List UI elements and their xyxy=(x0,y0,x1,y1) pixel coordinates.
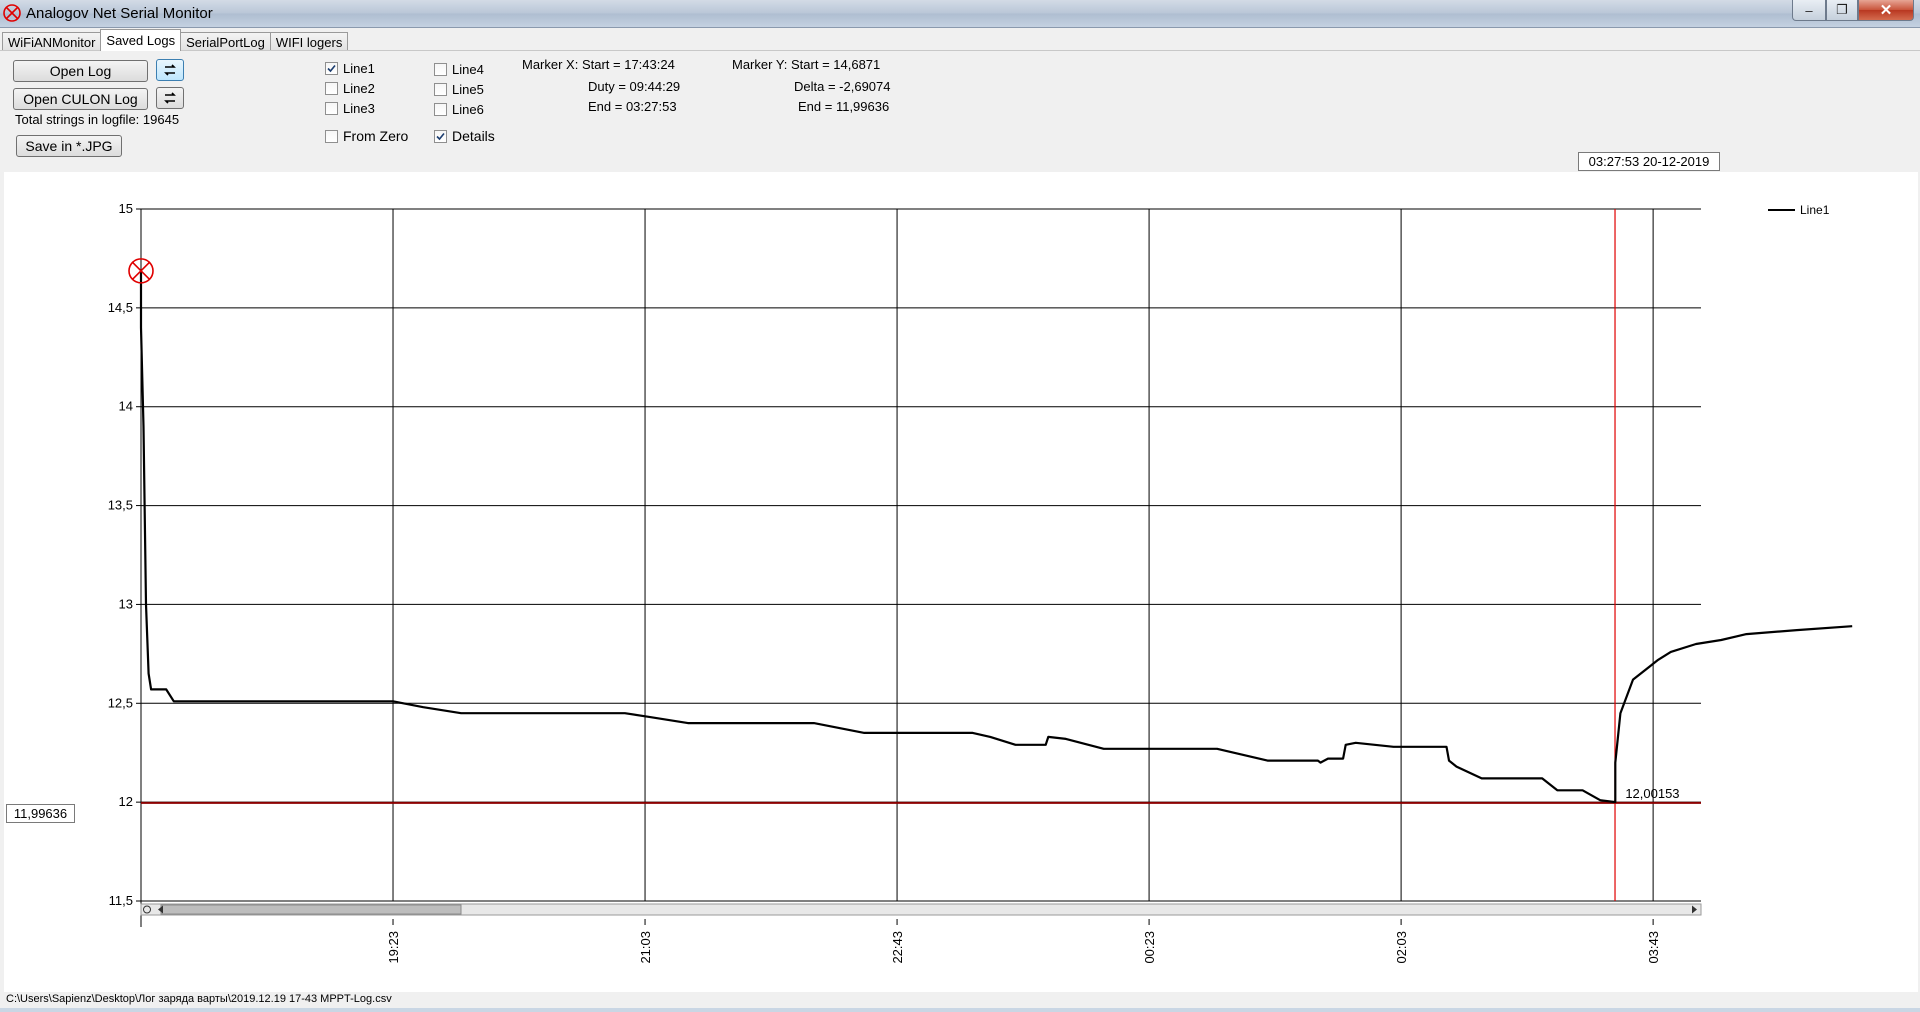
minimize-icon: – xyxy=(1805,2,1813,18)
tab-wifi-logers[interactable]: WIFI logers xyxy=(269,32,349,51)
checkbox-box[interactable] xyxy=(434,63,447,76)
point-value-label: 12,00153 xyxy=(1625,786,1679,801)
marker-x-start: Marker X: Start = 17:43:24 xyxy=(522,57,675,72)
checkbox-label: Line3 xyxy=(343,101,375,116)
legend-label-line1: Line1 xyxy=(1800,203,1830,217)
checkbox-box[interactable] xyxy=(325,82,338,95)
title-bar: Analogov Net Serial Monitor – ❐ ✕ xyxy=(0,0,1920,28)
check-icon xyxy=(327,64,336,73)
chart-area[interactable]: 11,5 12 12,5 13 13,5 14 14,5 15 19:23 21:03 22:43 0… xyxy=(4,172,1918,992)
open-culon-log-button[interactable]: Open CULON Log xyxy=(13,88,148,110)
minimize-button[interactable]: – xyxy=(1792,0,1826,21)
x-tick-label: 22:43 xyxy=(890,931,905,964)
refresh-icon xyxy=(164,64,176,76)
marker-x-end: End = 03:27:53 xyxy=(588,99,677,114)
refresh-icon xyxy=(164,92,176,104)
close-button[interactable]: ✕ xyxy=(1858,0,1914,21)
marker-x-duty: Duty = 09:44:29 xyxy=(588,79,681,94)
window-bottom-border xyxy=(0,1008,1920,1012)
x-tick-label: 21:03 xyxy=(638,931,653,964)
x-tick-label: 02:03 xyxy=(1394,931,1409,964)
maximize-button[interactable]: ❐ xyxy=(1826,0,1858,21)
save-jpg-button[interactable]: Save in *.JPG xyxy=(16,135,122,157)
close-icon: ✕ xyxy=(1879,2,1893,19)
open-log-button[interactable]: Open Log xyxy=(13,60,148,82)
tab-wifianmonitor[interactable]: WiFiANMonitor xyxy=(2,32,102,51)
y-tick-label: 15 xyxy=(119,201,133,216)
refresh-log-button[interactable] xyxy=(156,59,184,81)
checkbox-label: Line4 xyxy=(452,62,484,77)
marker-y-end: End = 11,99636 xyxy=(798,99,890,114)
tab-saved-logs[interactable]: Saved Logs xyxy=(100,29,182,51)
tab-serialportlog[interactable]: SerialPortLog xyxy=(180,32,271,51)
scrollbar-thumb[interactable] xyxy=(160,904,462,915)
checkbox-label: From Zero xyxy=(343,128,409,144)
cursor-datetime-box: 03:27:53 20-12-2019 xyxy=(1578,152,1720,171)
status-file-path: C:\Users\Sapienz\Desktop\Лог заряда варт… xyxy=(6,993,392,1005)
checkbox-label: Line6 xyxy=(452,102,484,117)
checkbox-line5[interactable]: Line5 xyxy=(434,82,484,97)
check-icon xyxy=(436,132,445,140)
checkbox-label: Details xyxy=(452,128,495,144)
line-chart[interactable]: 11,5 12 12,5 13 13,5 14 14,5 15 19:23 21:03 22:43 0… xyxy=(4,172,1918,992)
checkbox-box[interactable] xyxy=(434,129,447,143)
x-tick-label: 19:23 xyxy=(386,931,401,964)
y-tick-label: 13 xyxy=(119,596,133,611)
x-tick-label: 00:23 xyxy=(1142,931,1157,964)
y-tick-label: 14 xyxy=(119,399,133,414)
checkbox-box[interactable] xyxy=(325,102,338,115)
checkbox-label: Line1 xyxy=(343,61,375,76)
checkbox-line6[interactable]: Line6 xyxy=(434,102,484,117)
app-logo-icon xyxy=(3,4,21,22)
checkbox-box[interactable] xyxy=(434,83,447,96)
y-tick-label: 12,5 xyxy=(108,695,133,710)
checkbox-line1[interactable]: Line1 xyxy=(325,61,375,76)
maximize-icon: ❐ xyxy=(1836,2,1848,17)
checkbox-details[interactable]: Details xyxy=(434,128,495,144)
refresh-culon-button[interactable] xyxy=(156,87,184,109)
marker-y-value-box: 11,99636 xyxy=(6,804,75,823)
checkbox-box[interactable] xyxy=(325,62,338,75)
y-tick-label: 12 xyxy=(119,794,133,809)
y-tick-label: 14,5 xyxy=(108,300,133,315)
marker-y-start: Marker Y: Start = 14,6871 xyxy=(732,57,881,72)
checkbox-line3[interactable]: Line3 xyxy=(325,101,375,116)
checkbox-line4[interactable]: Line4 xyxy=(434,62,484,77)
tab-strip: WiFiANMonitor Saved Logs SerialPortLog W… xyxy=(2,29,349,51)
marker-y-delta: Delta = -2,69074 xyxy=(794,79,891,94)
y-tick-label: 11,5 xyxy=(109,893,133,908)
total-strings-label: Total strings in logfile: 19645 xyxy=(15,112,180,127)
checkbox-box[interactable] xyxy=(434,103,447,116)
checkbox-from-zero[interactable]: From Zero xyxy=(325,128,408,144)
checkbox-box[interactable] xyxy=(325,129,338,143)
series-line-line1 xyxy=(139,270,1853,804)
x-tick-label: 03:43 xyxy=(1646,931,1661,964)
y-tick-label: 13,5 xyxy=(108,498,133,513)
checkbox-label: Line2 xyxy=(343,81,375,96)
tab-panel-border xyxy=(0,50,1920,51)
window-title: Analogov Net Serial Monitor xyxy=(26,5,213,22)
checkbox-label: Line5 xyxy=(452,82,484,97)
checkbox-line2[interactable]: Line2 xyxy=(325,81,375,96)
